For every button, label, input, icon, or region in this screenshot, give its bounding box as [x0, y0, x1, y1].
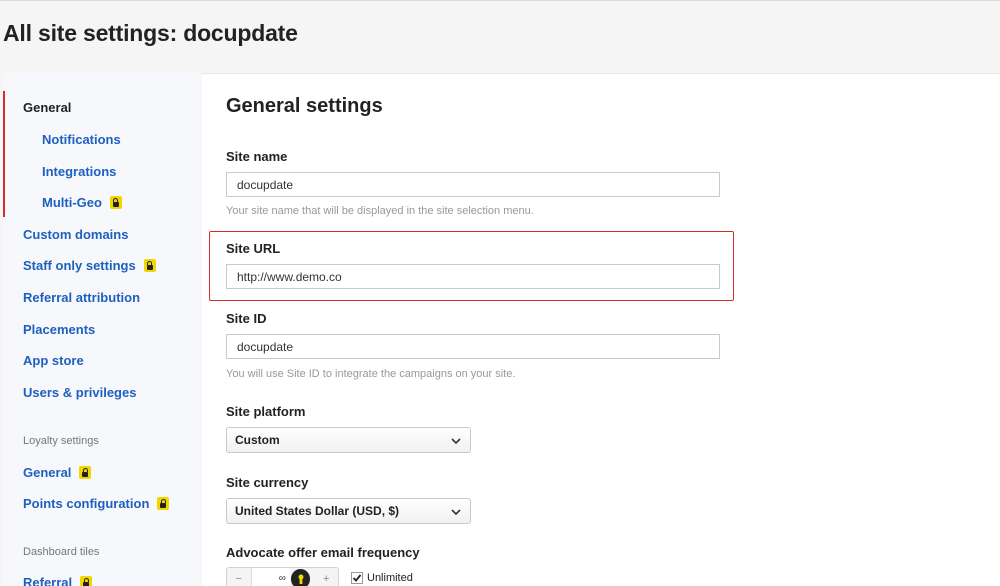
- email-frequency-value[interactable]: ∞: [250, 568, 290, 586]
- sidebar-item-label: Integrations: [42, 164, 117, 179]
- section-title: General settings: [226, 95, 383, 117]
- sidebar-item-app-store[interactable]: App store: [23, 353, 84, 368]
- sidebar-item-label: Referral: [23, 575, 73, 586]
- sidebar-item-label: App store: [23, 353, 84, 368]
- lock-icon: [157, 497, 170, 510]
- sidebar-item-placements[interactable]: Placements: [23, 322, 95, 337]
- sidebar-item-referral[interactable]: Referral: [23, 575, 93, 586]
- sidebar-item-multi-geo[interactable]: Multi-Geo: [42, 195, 122, 210]
- sidebar-item-users-privileges[interactable]: Users & privileges: [23, 385, 136, 400]
- unlimited-checkbox[interactable]: Unlimited: [351, 572, 413, 584]
- sidebar-item-staff-only-settings[interactable]: Staff only settings: [23, 258, 156, 273]
- lock-icon: [79, 466, 92, 479]
- lock-icon: [80, 576, 93, 586]
- active-section-indicator: [3, 91, 5, 217]
- site-id-input[interactable]: [226, 334, 720, 359]
- site-platform-label: Site platform: [226, 404, 306, 419]
- top-divider: [0, 0, 1000, 1]
- site-url-input[interactable]: [226, 264, 720, 289]
- site-name-label: Site name: [226, 149, 288, 164]
- sidebar-item-notifications[interactable]: Notifications: [42, 132, 121, 147]
- site-currency-value: United States Dollar (USD, $): [235, 504, 400, 518]
- page-title: All site settings: docupdate: [3, 20, 298, 46]
- sidebar-item-label: Custom domains: [23, 227, 129, 242]
- unlimited-label: Unlimited: [367, 572, 413, 584]
- sidebar-item-label: Users & privileges: [23, 385, 137, 400]
- checkbox-checked[interactable]: [351, 572, 363, 584]
- site-url-label: Site URL: [226, 241, 281, 256]
- site-name-input[interactable]: [226, 172, 720, 197]
- sidebar-item-loyalty-general[interactable]: General: [23, 465, 92, 480]
- site-platform-value: Custom: [235, 433, 280, 447]
- lock-icon: [290, 569, 311, 586]
- sidebar-item-custom-domains[interactable]: Custom domains: [23, 227, 128, 242]
- sidebar-item-label: Notifications: [42, 132, 121, 147]
- sidebar-item-label: General: [23, 465, 72, 480]
- email-frequency-stepper: − ∞ +: [226, 567, 339, 586]
- lock-icon: [109, 196, 122, 209]
- checkmark-icon: [352, 574, 362, 582]
- site-currency-label: Site currency: [226, 475, 309, 490]
- sidebar-section-dashboard: Dashboard tiles: [23, 546, 100, 558]
- sidebar-item-label: General: [23, 100, 72, 115]
- sidebar-item-referral-attribution[interactable]: Referral attribution: [23, 290, 140, 305]
- sidebar-item-integrations[interactable]: Integrations: [42, 164, 116, 179]
- email-frequency-label: Advocate offer email frequency: [226, 545, 420, 560]
- sidebar-item-label: Referral attribution: [23, 290, 141, 305]
- sidebar-item-label: Placements: [23, 322, 96, 337]
- sidebar-item-label: Staff only settings: [23, 258, 136, 273]
- site-platform-select[interactable]: Custom: [226, 427, 471, 453]
- sidebar-item-label: Multi-Geo: [42, 195, 102, 210]
- chevron-down-icon: [451, 438, 461, 445]
- increment-button[interactable]: +: [314, 573, 338, 585]
- sidebar-item-general[interactable]: General: [23, 100, 71, 115]
- lock-icon: [143, 259, 156, 272]
- site-currency-select[interactable]: United States Dollar (USD, $): [226, 498, 471, 524]
- sidebar-item-label: Points configuration: [23, 496, 150, 511]
- decrement-button[interactable]: −: [227, 573, 251, 585]
- sidebar-item-points-configuration[interactable]: Points configuration: [23, 496, 170, 511]
- sidebar-section-loyalty: Loyalty settings: [23, 435, 99, 447]
- site-id-help: You will use Site ID to integrate the ca…: [226, 368, 516, 380]
- chevron-down-icon: [451, 509, 461, 516]
- site-id-label: Site ID: [226, 311, 267, 326]
- site-name-help: Your site name that will be displayed in…: [226, 205, 534, 217]
